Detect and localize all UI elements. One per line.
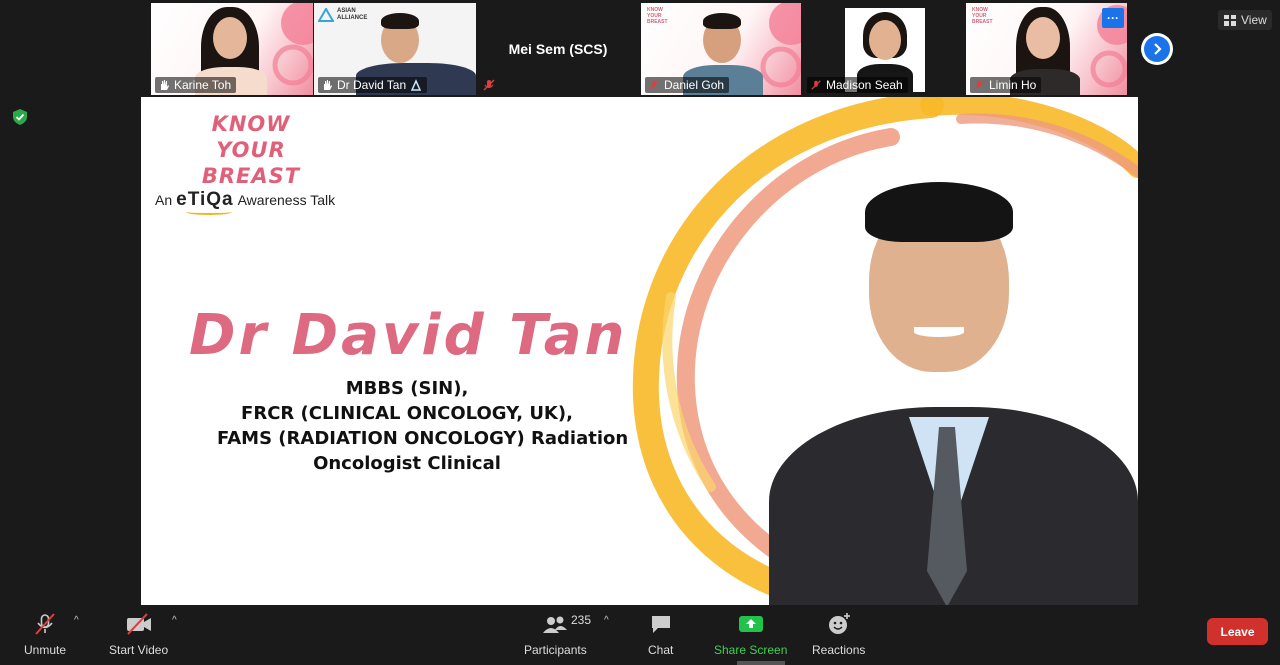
video-tile-madison-seah[interactable]: Madison Seah — [803, 3, 963, 95]
tile-name-label: Karine Toh — [155, 77, 237, 93]
chevron-right-icon — [1154, 43, 1162, 55]
tile-name-label: Daniel Goh — [645, 77, 730, 93]
tile-name-label: Limin Ho — [970, 77, 1042, 93]
view-button[interactable]: View — [1218, 10, 1272, 30]
video-tile-karine-toh[interactable]: Karine Toh — [151, 3, 313, 95]
share-screen-icon — [738, 616, 763, 632]
share-screen-indicator — [737, 661, 785, 665]
mic-muted-icon — [649, 80, 659, 90]
mic-muted-icon — [35, 613, 55, 635]
participants-icon — [543, 616, 568, 633]
mic-muted-icon — [974, 80, 984, 90]
mic-muted-icon — [483, 79, 495, 91]
tile-more-options-button[interactable]: ··· — [1102, 8, 1124, 28]
alliance-logo-icon — [318, 8, 334, 22]
audio-options-caret[interactable]: ^ — [74, 615, 79, 626]
speaker-credentials: MBBS (SIN), FRCR (CLINICAL ONCOLOGY, UK)… — [217, 378, 629, 474]
know-your-breast-logo: KNOW YOUR BREAST — [201, 112, 301, 188]
grid-view-icon — [1224, 14, 1236, 26]
etiqa-logo: eTiQa — [176, 189, 233, 215]
video-options-caret[interactable]: ^ — [172, 615, 177, 626]
speaker-photo — [769, 177, 1138, 605]
mic-muted-icon — [811, 80, 821, 90]
speaker-name-title: Dr David Tan — [189, 303, 628, 368]
share-screen-button[interactable]: Share Screen — [714, 611, 787, 657]
tile-name-label: Madison Seah — [807, 77, 908, 93]
video-tile-limin-ho[interactable]: KNOW YOUR BREAST ··· Limin Ho — [966, 3, 1127, 95]
start-video-button[interactable]: Start Video — [109, 611, 168, 657]
raise-hand-icon — [324, 80, 332, 90]
raise-hand-icon — [161, 80, 169, 90]
alliance-small-icon — [410, 79, 422, 91]
meeting-toolbar: Unmute ^ Start Video ^ Participants 235 … — [0, 605, 1280, 665]
unmute-button[interactable]: Unmute — [24, 611, 66, 657]
chat-icon — [651, 616, 670, 633]
video-tile-mei-sem[interactable]: Mei Sem (SCS) — [477, 3, 639, 95]
next-page-button[interactable] — [1141, 33, 1173, 65]
zoom-meeting-window: Karine Toh ASIAN ALLIANCE Dr David Tan M… — [0, 0, 1280, 665]
participants-options-caret[interactable]: ^ — [604, 615, 609, 626]
tile-name-label: Dr David Tan — [318, 77, 428, 93]
video-off-icon — [126, 613, 151, 635]
awareness-talk-tagline: An eTiQa Awareness Talk — [155, 189, 335, 215]
video-tile-dr-david-tan[interactable]: ASIAN ALLIANCE Dr David Tan — [314, 3, 476, 95]
chat-button[interactable]: Chat — [648, 611, 673, 657]
mini-kyb-logo: KNOW YOUR BREAST — [647, 7, 668, 25]
reactions-smiley-icon — [828, 613, 850, 634]
mini-kyb-logo: KNOW YOUR BREAST — [972, 7, 993, 25]
asian-alliance-logo: ASIAN ALLIANCE — [318, 8, 367, 22]
participant-count: 235 — [571, 613, 592, 627]
video-tile-daniel-goh[interactable]: KNOW YOUR BREAST Daniel Goh — [641, 3, 801, 95]
security-shield-icon[interactable] — [11, 108, 29, 126]
shared-screen-slide: KNOW YOUR BREAST An eTiQa Awareness Talk… — [141, 97, 1138, 605]
reactions-button[interactable]: Reactions — [812, 611, 865, 657]
leave-meeting-button[interactable]: Leave — [1207, 618, 1268, 645]
